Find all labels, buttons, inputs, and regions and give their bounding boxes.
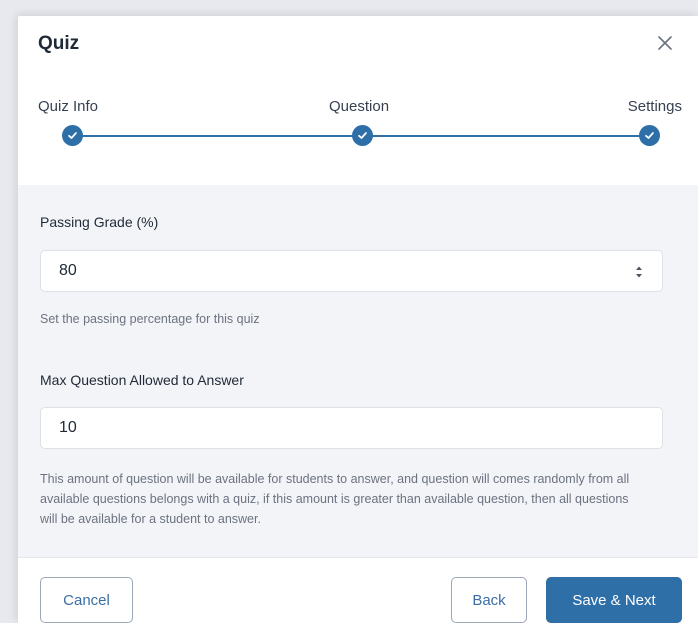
settings-form: Passing Grade (%) 80 Set the passing per… <box>18 185 698 557</box>
passing-grade-help: Set the passing percentage for this quiz <box>40 312 260 326</box>
modal-footer: Cancel Back Save & Next <box>18 557 698 623</box>
check-icon <box>358 132 367 139</box>
save-next-button[interactable]: Save & Next <box>546 577 682 623</box>
step-dot-quiz-info[interactable] <box>62 125 83 146</box>
stepper: Quiz Info Question Settings <box>18 76 698 185</box>
step-label-question: Question <box>329 98 390 115</box>
max-questions-value: 10 <box>59 419 77 436</box>
step-dot-settings[interactable] <box>639 125 660 146</box>
cancel-button[interactable]: Cancel <box>40 577 133 623</box>
number-spinner-icon[interactable] <box>634 263 644 281</box>
max-questions-help: This amount of question will be availabl… <box>40 472 630 526</box>
passing-grade-label: Passing Grade (%) <box>40 214 159 230</box>
step-label-quiz-info: Quiz Info <box>38 98 99 115</box>
max-questions-label: Max Question Allowed to Answer <box>40 372 244 388</box>
back-button[interactable]: Back <box>451 577 527 623</box>
close-icon <box>658 36 672 50</box>
check-icon <box>645 132 654 139</box>
quiz-modal: Quiz Quiz Info Question Settings Passing… <box>18 16 698 623</box>
step-label-settings: Settings <box>627 98 682 115</box>
modal-header: Quiz <box>18 16 698 76</box>
passing-grade-value: 80 <box>59 262 77 279</box>
close-button[interactable] <box>654 32 676 54</box>
check-icon <box>68 132 77 139</box>
modal-title: Quiz <box>38 33 80 54</box>
max-questions-input[interactable]: 10 <box>40 407 663 449</box>
step-dot-question[interactable] <box>352 125 373 146</box>
page-frame: Quiz Quiz Info Question Settings Passing… <box>0 0 698 623</box>
passing-grade-input[interactable]: 80 <box>40 250 663 292</box>
